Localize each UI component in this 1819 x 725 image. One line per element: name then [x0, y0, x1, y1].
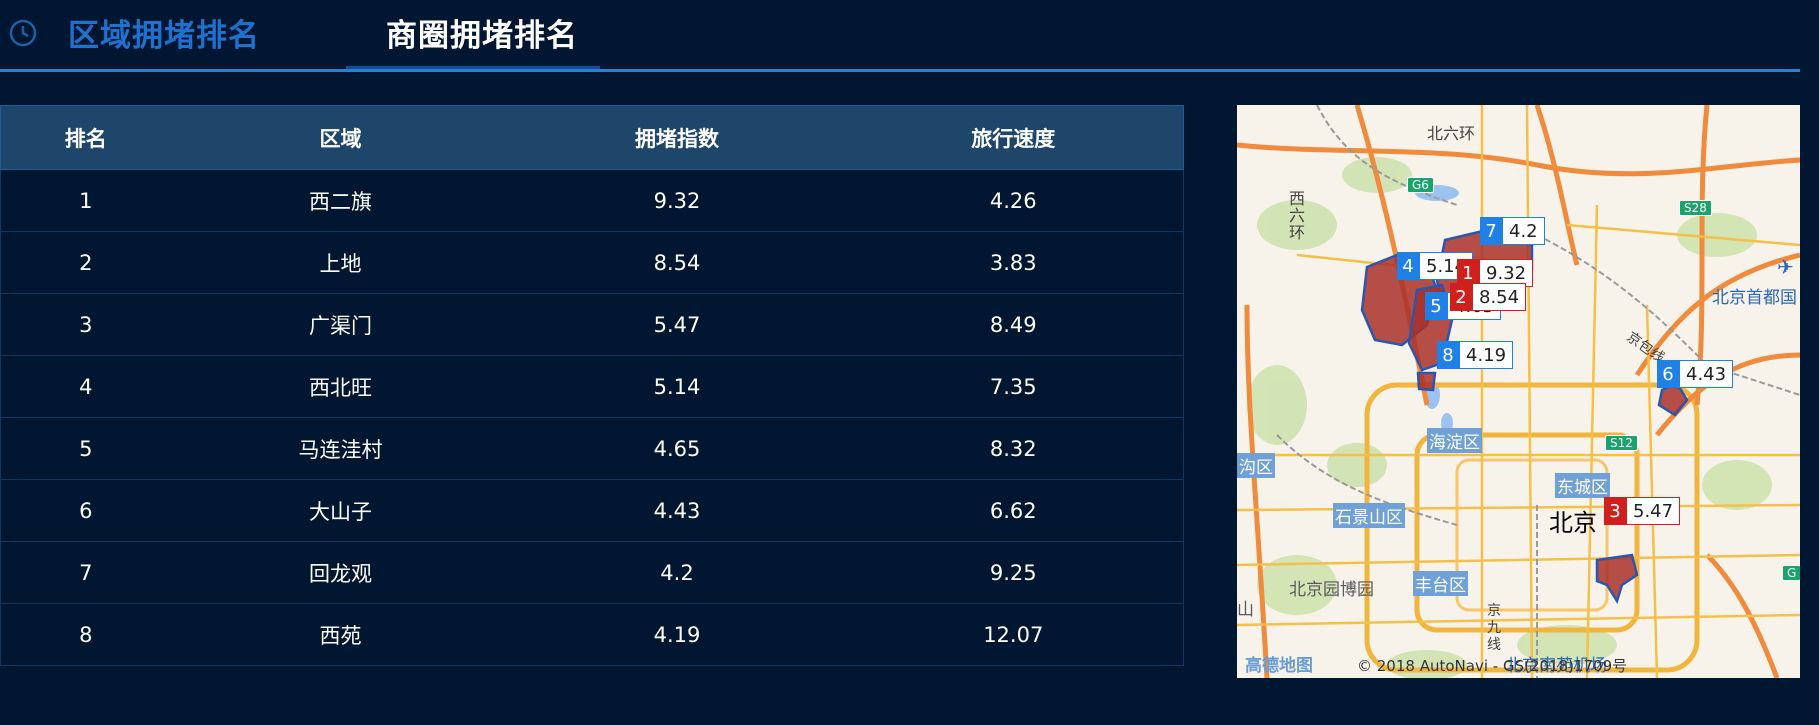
map-label-shan: 山	[1237, 600, 1254, 620]
cell-congestion-index: 4.65	[510, 417, 844, 480]
cell-congestion-index: 4.43	[510, 479, 844, 542]
road-shield-g6: G6	[1407, 177, 1434, 193]
map-label-haidian: 海淀区	[1427, 428, 1482, 453]
cell-area: 回龙观	[170, 541, 511, 604]
map-label-shijingshan: 石景山区	[1333, 503, 1405, 528]
table-row[interactable]: 1 西二旗 9.32 4.26	[0, 169, 1184, 232]
cell-rank: 7	[0, 541, 171, 604]
marker-rank: 8	[1437, 341, 1459, 369]
cell-travel-speed: 9.25	[843, 541, 1184, 604]
map-label-west-sixth-ring: 西六环	[1289, 189, 1306, 242]
map-label-mentougou: 沟区	[1237, 453, 1275, 478]
header-travel-speed: 旅行速度	[843, 105, 1184, 170]
map-label-beijing: 北京	[1549, 509, 1597, 537]
marker-rank: 6	[1657, 360, 1679, 388]
map-marker-6[interactable]: 6 4.43	[1657, 360, 1734, 388]
tab-business-district-congestion[interactable]: 商圈拥堵排名	[386, 10, 578, 55]
cell-travel-speed: 7.35	[843, 355, 1184, 418]
cell-area: 马连洼村	[170, 417, 511, 480]
marker-value: 8.54	[1472, 283, 1527, 311]
map-marker-2[interactable]: 2 8.54	[1450, 283, 1527, 311]
road-shield-s28: S28	[1679, 200, 1712, 216]
ranking-table: 排名 区域 拥堵指数 旅行速度 1 西二旗 9.32 4.26 2 上地 8.5…	[0, 105, 1184, 666]
marker-rank: 2	[1450, 283, 1472, 311]
tab-divider	[0, 69, 1800, 72]
cell-travel-speed: 6.62	[843, 479, 1184, 542]
cell-rank: 3	[0, 293, 171, 356]
cell-rank: 4	[0, 355, 171, 418]
map-marker-7[interactable]: 7 4.2	[1480, 217, 1545, 245]
cell-area: 广渠门	[170, 293, 511, 356]
cell-congestion-index: 5.47	[510, 293, 844, 356]
airplane-icon: ✈	[1777, 255, 1794, 279]
marker-rank: 3	[1604, 497, 1626, 525]
map-label-capital-airport: 北京首都国	[1712, 288, 1797, 308]
map-label-fengtai: 丰台区	[1413, 571, 1468, 596]
cell-rank: 6	[0, 479, 171, 542]
marker-value: 4.19	[1459, 341, 1514, 369]
road-shield-g: G	[1782, 565, 1800, 581]
table-row[interactable]: 5 马连洼村 4.65 8.32	[0, 417, 1184, 480]
map-marker-8[interactable]: 8 4.19	[1437, 341, 1514, 369]
table-row[interactable]: 7 回龙观 4.2 9.25	[0, 541, 1184, 604]
congestion-map[interactable]: 北六环 西六环 海淀区 东城区 石景山区 丰台区 沟区 北京 北京首都国 北京园…	[1237, 105, 1800, 678]
map-copyright: © 2018 AutoNavi - GS(2018)1709号	[1357, 657, 1628, 675]
cell-area: 西苑	[170, 603, 511, 666]
marker-rank: 5	[1425, 292, 1447, 320]
cell-rank: 5	[0, 417, 171, 480]
map-marker-3[interactable]: 3 5.47	[1604, 497, 1681, 525]
header-congestion-index: 拥堵指数	[510, 105, 844, 170]
marker-rank: 4	[1397, 252, 1419, 280]
map-label-dongcheng: 东城区	[1555, 473, 1610, 498]
marker-value: 4.43	[1679, 360, 1734, 388]
marker-value: 4.2	[1502, 217, 1545, 245]
cell-congestion-index: 4.19	[510, 603, 844, 666]
tab-bar: 区域拥堵排名 商圈拥堵排名	[0, 0, 1800, 72]
cell-rank: 1	[0, 169, 171, 232]
cell-rank: 8	[0, 603, 171, 666]
map-label-garden-expo: 北京园博园	[1289, 580, 1374, 600]
cell-travel-speed: 8.49	[843, 293, 1184, 356]
table-row[interactable]: 2 上地 8.54 3.83	[0, 231, 1184, 294]
map-label-north-sixth-ring: 北六环	[1427, 124, 1476, 143]
cell-area: 大山子	[170, 479, 511, 542]
marker-rank: 7	[1480, 217, 1502, 245]
cell-travel-speed: 12.07	[843, 603, 1184, 666]
cell-congestion-index: 5.14	[510, 355, 844, 418]
road-shield-s12: S12	[1605, 435, 1638, 451]
header-area: 区域	[170, 105, 511, 170]
header-rank: 排名	[0, 105, 171, 170]
cell-travel-speed: 8.32	[843, 417, 1184, 480]
cell-travel-speed: 3.83	[843, 231, 1184, 294]
cell-area: 西北旺	[170, 355, 511, 418]
map-label-jingjiu-line: 京九线	[1487, 603, 1501, 653]
table-row[interactable]: 3 广渠门 5.47 8.49	[0, 293, 1184, 356]
cell-congestion-index: 4.2	[510, 541, 844, 604]
cell-congestion-index: 8.54	[510, 231, 844, 294]
map-provider-logo[interactable]: 高德地图	[1245, 651, 1313, 676]
cell-area: 上地	[170, 231, 511, 294]
table-header-row: 排名 区域 拥堵指数 旅行速度	[0, 105, 1184, 170]
table-row[interactable]: 8 西苑 4.19 12.07	[0, 603, 1184, 666]
tab-district-congestion[interactable]: 区域拥堵排名	[68, 10, 260, 55]
cell-congestion-index: 9.32	[510, 169, 844, 232]
cell-travel-speed: 4.26	[843, 169, 1184, 232]
cell-rank: 2	[0, 231, 171, 294]
table-row[interactable]: 6 大山子 4.43 6.62	[0, 479, 1184, 542]
cell-area: 西二旗	[170, 169, 511, 232]
marker-value: 5.47	[1626, 497, 1681, 525]
table-row[interactable]: 4 西北旺 5.14 7.35	[0, 355, 1184, 418]
clock-icon	[9, 19, 37, 47]
